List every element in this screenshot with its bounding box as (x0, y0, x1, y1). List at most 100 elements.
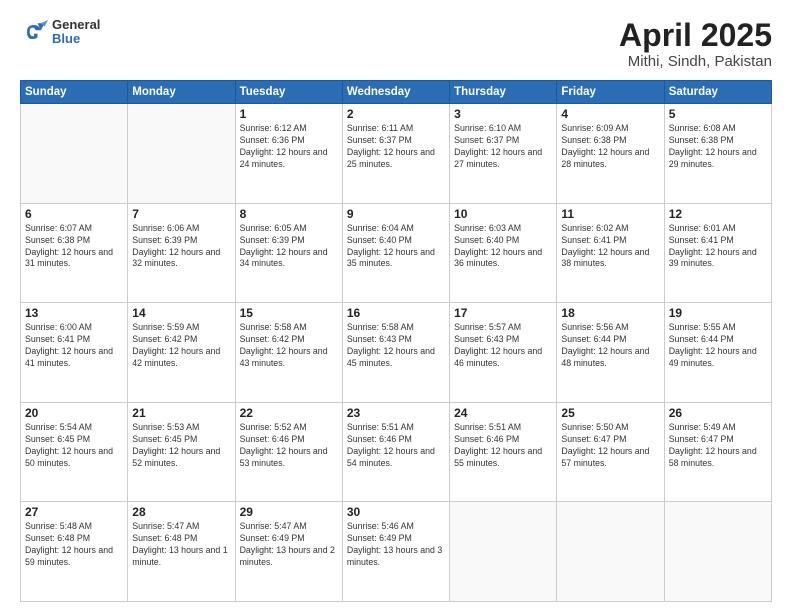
calendar-title: April 2025 (619, 18, 772, 53)
calendar-cell: 8 Sunrise: 6:05 AMSunset: 6:39 PMDaylight… (235, 203, 342, 303)
day-info: Sunrise: 5:58 AMSunset: 6:42 PMDaylight:… (240, 322, 338, 370)
day-info: Sunrise: 6:08 AMSunset: 6:38 PMDaylight:… (669, 123, 767, 171)
day-number: 8 (240, 207, 338, 221)
day-info: Sunrise: 5:53 AMSunset: 6:45 PMDaylight:… (132, 422, 230, 470)
calendar-cell (21, 104, 128, 204)
calendar-body: 1 Sunrise: 6:12 AMSunset: 6:36 PMDaylight… (21, 104, 772, 602)
weekday-header-monday: Monday (128, 81, 235, 104)
calendar-week-row: 1 Sunrise: 6:12 AMSunset: 6:36 PMDaylight… (21, 104, 772, 204)
title-block: April 2025 Mithi, Sindh, Pakistan (619, 18, 772, 70)
day-info: Sunrise: 6:03 AMSunset: 6:40 PMDaylight:… (454, 223, 552, 271)
day-number: 12 (669, 207, 767, 221)
weekday-header-wednesday: Wednesday (342, 81, 449, 104)
day-info: Sunrise: 5:51 AMSunset: 6:46 PMDaylight:… (347, 422, 445, 470)
day-info: Sunrise: 5:50 AMSunset: 6:47 PMDaylight:… (561, 422, 659, 470)
calendar-cell: 29Sunrise: 5:47 AMSunset: 6:49 PMDayligh… (235, 502, 342, 602)
header: General Blue April 2025 Mithi, Sindh, Pa… (20, 18, 772, 70)
day-number: 15 (240, 306, 338, 320)
day-number: 7 (132, 207, 230, 221)
calendar-cell: 30 Sunrise: 5:46 AMSunset: 6:49 PMDayligh… (342, 502, 449, 602)
day-info: Sunrise: 5:51 AMSunset: 6:46 PMDaylight:… (454, 422, 552, 470)
calendar-cell: 4Sunrise: 6:09 AMSunset: 6:38 PMDaylight… (557, 104, 664, 204)
calendar-cell: 11Sunrise: 6:02 AMSunset: 6:41 PMDayligh… (557, 203, 664, 303)
calendar-cell: 25 Sunrise: 5:50 AMSunset: 6:47 PMDayligh… (557, 402, 664, 502)
day-number: 25 (561, 406, 659, 420)
calendar-cell: 5 Sunrise: 6:08 AMSunset: 6:38 PMDaylight… (664, 104, 771, 204)
day-number: 24 (454, 406, 552, 420)
calendar-cell: 3Sunrise: 6:10 AMSunset: 6:37 PMDaylight… (450, 104, 557, 204)
calendar-cell: 17 Sunrise: 5:57 AMSunset: 6:43 PMDayligh… (450, 303, 557, 403)
day-info: Sunrise: 6:11 AMSunset: 6:37 PMDaylight:… (347, 123, 445, 171)
calendar-table: SundayMondayTuesdayWednesdayThursdayFrid… (20, 80, 772, 602)
day-number: 30 (347, 505, 445, 519)
calendar-cell: 9 Sunrise: 6:04 AMSunset: 6:40 PMDaylight… (342, 203, 449, 303)
weekday-header-tuesday: Tuesday (235, 81, 342, 104)
day-info: Sunrise: 5:47 AMSunset: 6:48 PMDaylight:… (132, 521, 230, 569)
calendar-cell: 24 Sunrise: 5:51 AMSunset: 6:46 PMDayligh… (450, 402, 557, 502)
calendar-cell (128, 104, 235, 204)
calendar-cell: 1 Sunrise: 6:12 AMSunset: 6:36 PMDaylight… (235, 104, 342, 204)
calendar-cell (664, 502, 771, 602)
weekday-header-thursday: Thursday (450, 81, 557, 104)
day-info: Sunrise: 5:49 AMSunset: 6:47 PMDaylight:… (669, 422, 767, 470)
calendar-cell: 20Sunrise: 5:54 AMSunset: 6:45 PMDayligh… (21, 402, 128, 502)
calendar-subtitle: Mithi, Sindh, Pakistan (619, 53, 772, 70)
calendar-cell (450, 502, 557, 602)
calendar-cell: 19Sunrise: 5:55 AMSunset: 6:44 PMDayligh… (664, 303, 771, 403)
calendar-cell: 16Sunrise: 5:58 AMSunset: 6:43 PMDayligh… (342, 303, 449, 403)
logo: General Blue (20, 18, 100, 47)
calendar-cell: 18Sunrise: 5:56 AMSunset: 6:44 PMDayligh… (557, 303, 664, 403)
day-number: 1 (240, 107, 338, 121)
day-number: 3 (454, 107, 552, 121)
calendar-week-row: 6 Sunrise: 6:07 AMSunset: 6:38 PMDaylight… (21, 203, 772, 303)
day-number: 29 (240, 505, 338, 519)
day-info: Sunrise: 6:07 AMSunset: 6:38 PMDaylight:… (25, 223, 123, 271)
day-info: Sunrise: 6:12 AMSunset: 6:36 PMDaylight:… (240, 123, 338, 171)
calendar-week-row: 27Sunrise: 5:48 AMSunset: 6:48 PMDayligh… (21, 502, 772, 602)
day-number: 21 (132, 406, 230, 420)
day-info: Sunrise: 5:58 AMSunset: 6:43 PMDaylight:… (347, 322, 445, 370)
day-number: 17 (454, 306, 552, 320)
day-number: 18 (561, 306, 659, 320)
day-number: 14 (132, 306, 230, 320)
calendar-cell: 22 Sunrise: 5:52 AMSunset: 6:46 PMDayligh… (235, 402, 342, 502)
day-number: 13 (25, 306, 123, 320)
day-info: Sunrise: 6:00 AMSunset: 6:41 PMDaylight:… (25, 322, 123, 370)
day-number: 10 (454, 207, 552, 221)
calendar-cell (557, 502, 664, 602)
day-info: Sunrise: 5:57 AMSunset: 6:43 PMDaylight:… (454, 322, 552, 370)
day-number: 23 (347, 406, 445, 420)
calendar-cell: 7Sunrise: 6:06 AMSunset: 6:39 PMDaylight… (128, 203, 235, 303)
calendar-header: SundayMondayTuesdayWednesdayThursdayFrid… (21, 81, 772, 104)
day-number: 9 (347, 207, 445, 221)
day-info: Sunrise: 5:54 AMSunset: 6:45 PMDaylight:… (25, 422, 123, 470)
weekday-header-saturday: Saturday (664, 81, 771, 104)
day-info: Sunrise: 5:46 AMSunset: 6:49 PMDaylight:… (347, 521, 445, 569)
day-info: Sunrise: 6:04 AMSunset: 6:40 PMDaylight:… (347, 223, 445, 271)
calendar-cell: 21 Sunrise: 5:53 AMSunset: 6:45 PMDayligh… (128, 402, 235, 502)
calendar-cell: 15 Sunrise: 5:58 AMSunset: 6:42 PMDayligh… (235, 303, 342, 403)
calendar-cell: 23 Sunrise: 5:51 AMSunset: 6:46 PMDayligh… (342, 402, 449, 502)
weekday-header-sunday: Sunday (21, 81, 128, 104)
day-number: 6 (25, 207, 123, 221)
logo-blue-text: Blue (52, 32, 100, 46)
calendar-cell: 6 Sunrise: 6:07 AMSunset: 6:38 PMDaylight… (21, 203, 128, 303)
calendar-week-row: 13 Sunrise: 6:00 AMSunset: 6:41 PMDayligh… (21, 303, 772, 403)
calendar-week-row: 20Sunrise: 5:54 AMSunset: 6:45 PMDayligh… (21, 402, 772, 502)
calendar-cell: 10 Sunrise: 6:03 AMSunset: 6:40 PMDayligh… (450, 203, 557, 303)
logo-text: General Blue (52, 18, 100, 47)
day-info: Sunrise: 5:52 AMSunset: 6:46 PMDaylight:… (240, 422, 338, 470)
calendar-cell: 13 Sunrise: 6:00 AMSunset: 6:41 PMDayligh… (21, 303, 128, 403)
day-info: Sunrise: 5:59 AMSunset: 6:42 PMDaylight:… (132, 322, 230, 370)
day-info: Sunrise: 6:05 AMSunset: 6:39 PMDaylight:… (240, 223, 338, 271)
page: General Blue April 2025 Mithi, Sindh, Pa… (0, 0, 792, 612)
day-number: 2 (347, 107, 445, 121)
calendar-cell: 14 Sunrise: 5:59 AMSunset: 6:42 PMDayligh… (128, 303, 235, 403)
logo-icon (20, 18, 48, 46)
day-info: Sunrise: 6:02 AMSunset: 6:41 PMDaylight:… (561, 223, 659, 271)
day-info: Sunrise: 6:09 AMSunset: 6:38 PMDaylight:… (561, 123, 659, 171)
day-number: 5 (669, 107, 767, 121)
day-number: 22 (240, 406, 338, 420)
day-info: Sunrise: 6:01 AMSunset: 6:41 PMDaylight:… (669, 223, 767, 271)
day-number: 28 (132, 505, 230, 519)
